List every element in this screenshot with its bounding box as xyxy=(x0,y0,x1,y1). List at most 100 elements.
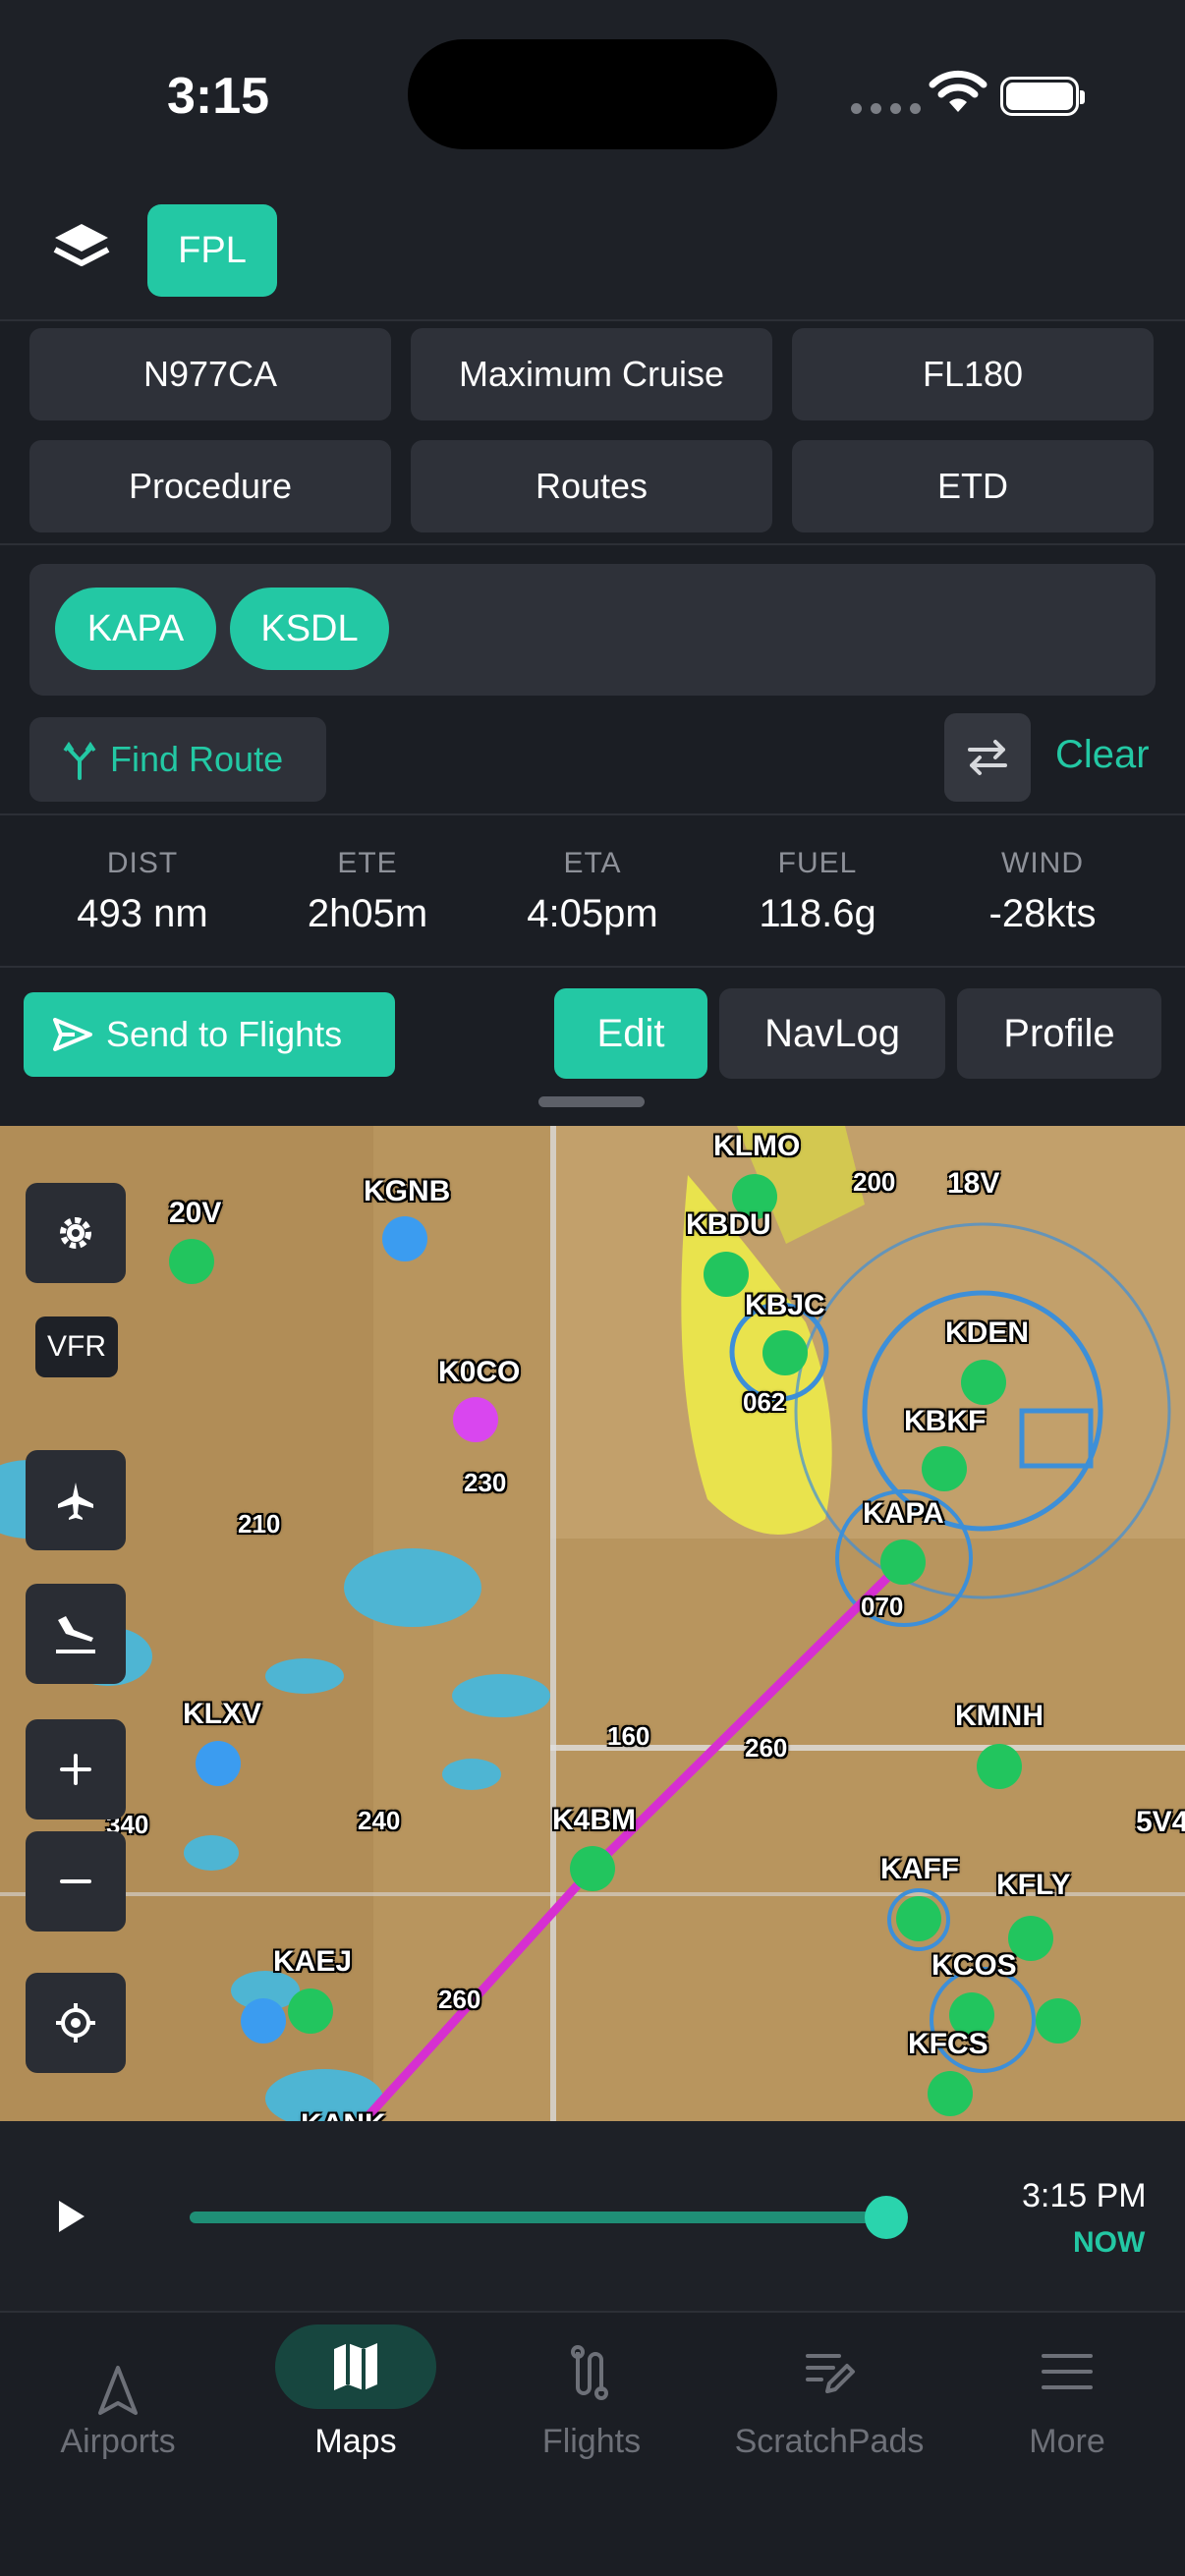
zoom-in-button[interactable] xyxy=(26,1719,126,1820)
nav-label-flights: Flights xyxy=(541,2423,642,2460)
sectional-map[interactable]: KLMO 20V KGNB KBDU 18V KBJC KDEN K0CO KB… xyxy=(0,1126,1185,2121)
airport-marker[interactable] xyxy=(961,1360,1006,1405)
altitude-button[interactable]: FL180 xyxy=(792,328,1154,420)
play-icon[interactable] xyxy=(55,2197,88,2236)
layers-icon[interactable] xyxy=(47,216,116,285)
map-number: 260 xyxy=(438,1985,481,2014)
nav-label-maps: Maps xyxy=(314,2423,397,2460)
airport-marker[interactable] xyxy=(880,1540,926,1585)
airport-label: KFCS xyxy=(908,2028,988,2060)
send-to-flights-button[interactable]: Send to Flights xyxy=(24,992,395,1077)
nav-airports[interactable] xyxy=(10,2326,226,2426)
airplane-landing-icon xyxy=(56,1616,95,1653)
airport-label: KBJC xyxy=(745,1289,825,1321)
airport-label: KAEJ xyxy=(273,1945,353,1978)
airport-marker[interactable] xyxy=(570,1846,615,1891)
map-number: 200 xyxy=(853,1167,896,1197)
nav-label-more: More xyxy=(1029,2423,1105,2460)
timeline-now-label: NOW xyxy=(1073,2226,1146,2259)
map-icon xyxy=(334,2343,377,2390)
airport-marker[interactable] xyxy=(241,1998,286,2044)
route-fork-icon xyxy=(63,741,96,780)
airport-marker[interactable] xyxy=(169,1239,214,1284)
airport-label: 18V xyxy=(947,1167,1000,1200)
procedure-button[interactable]: Procedure xyxy=(29,440,391,532)
airplane-mode-button[interactable] xyxy=(26,1450,126,1550)
find-route-label: Find Route xyxy=(110,739,284,779)
stat-label-dist: DIST xyxy=(106,847,179,879)
timeline-slider-track[interactable] xyxy=(190,2212,887,2223)
aircraft-button[interactable]: N977CA xyxy=(29,328,391,420)
stat-label-ete: ETE xyxy=(337,847,398,879)
airport-marker[interactable] xyxy=(762,1330,808,1375)
routes-button[interactable]: Routes xyxy=(411,440,772,532)
status-time: 3:15 xyxy=(167,68,270,125)
map-number: 240 xyxy=(358,1806,401,1835)
battery-icon xyxy=(1000,77,1085,116)
airport-label: K0CO xyxy=(438,1356,521,1388)
airplane-icon xyxy=(58,1483,93,1520)
clear-button[interactable]: Clear xyxy=(1055,733,1150,777)
crosshair-icon xyxy=(56,2003,95,2043)
map-number: 062 xyxy=(743,1387,786,1417)
map-number: 210 xyxy=(238,1509,281,1539)
airport-marker[interactable] xyxy=(382,1216,427,1261)
airport-marker[interactable] xyxy=(288,1988,333,2034)
reverse-route-button[interactable] xyxy=(944,713,1031,802)
locate-me-button[interactable] xyxy=(26,1973,126,2073)
hamburger-menu-icon xyxy=(1042,2354,1093,2389)
airport-marker[interactable] xyxy=(704,1252,749,1297)
divider xyxy=(0,966,1185,968)
airport-label: KFLY xyxy=(996,1869,1071,1901)
airport-label: KBKF xyxy=(904,1405,987,1437)
airport-label: 20V xyxy=(169,1197,222,1229)
divider xyxy=(0,813,1185,815)
zoom-out-button[interactable] xyxy=(26,1831,126,1932)
airport-label: KANK xyxy=(301,2108,386,2121)
nav-scratchpads[interactable] xyxy=(721,2326,937,2406)
tab-edit[interactable]: Edit xyxy=(554,988,707,1079)
minus-icon xyxy=(60,1879,91,1883)
vfr-badge[interactable]: VFR xyxy=(35,1316,118,1377)
cellular-signal-icon xyxy=(851,103,921,114)
tab-profile[interactable]: Profile xyxy=(957,988,1161,1079)
airport-marker[interactable] xyxy=(1036,1998,1081,2044)
map-settings-button[interactable] xyxy=(26,1183,126,1283)
airport-label: KDEN xyxy=(945,1316,1030,1349)
airport-marker[interactable] xyxy=(928,2071,973,2116)
send-icon xyxy=(53,1018,92,1051)
airport-label: KLXV xyxy=(183,1698,262,1730)
nav-flights[interactable] xyxy=(483,2326,700,2406)
nav-more[interactable] xyxy=(959,2326,1175,2406)
airport-marker[interactable] xyxy=(196,1741,241,1786)
map-number: 260 xyxy=(745,1733,788,1763)
power-setting-button[interactable]: Maximum Cruise xyxy=(411,328,772,420)
airport-label: KBDU xyxy=(686,1208,771,1241)
airport-marker[interactable] xyxy=(896,1896,941,1941)
tab-navlog[interactable]: NavLog xyxy=(719,988,945,1079)
waypoint-chip[interactable]: KSDL xyxy=(230,588,389,670)
plus-icon xyxy=(60,1754,91,1785)
flight-path-icon xyxy=(571,2345,608,2400)
airport-label: KMNH xyxy=(955,1700,1044,1732)
divider xyxy=(0,543,1185,545)
airport-label: KAPA xyxy=(863,1497,944,1530)
airport-label: KCOS xyxy=(931,1949,1017,1982)
timeline-slider-knob[interactable] xyxy=(865,2196,908,2239)
airport-marker[interactable] xyxy=(453,1397,498,1442)
dynamic-island xyxy=(408,39,777,149)
fpl-button[interactable]: FPL xyxy=(147,204,277,297)
airport-marker[interactable] xyxy=(977,1744,1022,1789)
waypoint-chip[interactable]: KAPA xyxy=(55,588,216,670)
nav-maps[interactable] xyxy=(275,2324,436,2409)
gear-icon xyxy=(60,1217,91,1249)
drag-handle[interactable] xyxy=(538,1096,645,1107)
landing-button[interactable] xyxy=(26,1584,126,1684)
wifi-icon xyxy=(929,70,988,112)
find-route-button[interactable]: Find Route xyxy=(29,717,326,802)
airport-marker[interactable] xyxy=(922,1446,967,1491)
stat-label-wind: WIND xyxy=(1001,847,1084,879)
nav-label-scratchpads: ScratchPads xyxy=(734,2423,925,2460)
airport-label: KLMO xyxy=(713,1130,801,1162)
etd-button[interactable]: ETD xyxy=(792,440,1154,532)
